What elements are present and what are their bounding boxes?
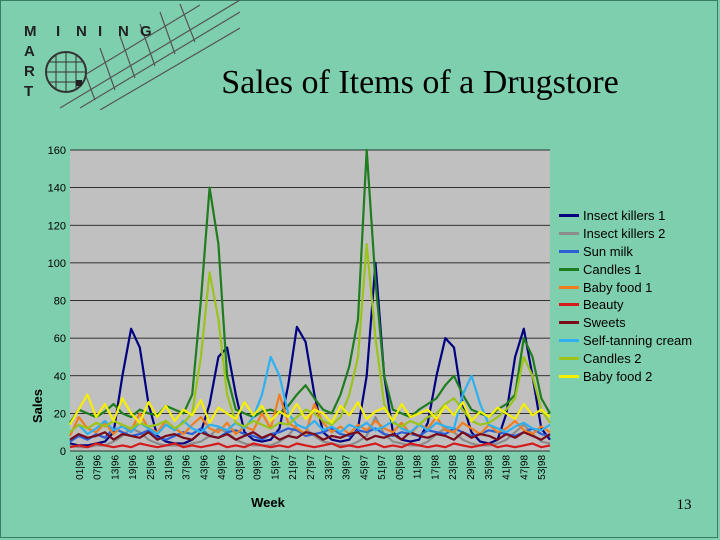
x-tick-label: 01|96 <box>75 455 86 480</box>
x-tick-label: 51|97 <box>377 455 388 480</box>
legend-item: Sun milk <box>559 243 719 261</box>
x-tick-label: 27|97 <box>306 455 317 480</box>
x-tick-label: 25|96 <box>146 455 157 480</box>
x-tick-label: 03|97 <box>235 455 246 480</box>
legend-item: Baby food 1 <box>559 278 719 296</box>
y-tick-label: 40 <box>54 371 66 383</box>
x-tick-label: 17|98 <box>430 455 441 480</box>
x-tick-label: 33|97 <box>324 455 335 480</box>
legend-label: Insect killers 2 <box>583 226 666 242</box>
x-tick-label: 11|98 <box>413 455 424 480</box>
legend-swatch <box>559 303 579 307</box>
x-tick-label: 07|96 <box>93 455 104 480</box>
legend-swatch <box>559 249 579 253</box>
legend-swatch <box>559 214 579 218</box>
y-axis-label: Sales <box>30 389 45 423</box>
legend-item: Candles 2 <box>559 349 719 367</box>
legend-label: Candles 2 <box>583 350 642 366</box>
x-tick-label: 37|96 <box>182 455 193 480</box>
x-tick-label: 19|96 <box>128 455 139 480</box>
legend-label: Candles 1 <box>583 261 642 277</box>
x-tick-label: 53|98 <box>537 455 548 480</box>
x-tick-label: 43|96 <box>199 455 210 480</box>
x-tick-label: 41|98 <box>502 455 513 480</box>
legend-label: Baby food 2 <box>583 368 653 384</box>
x-tick-label: 29|98 <box>466 455 477 480</box>
x-tick-label: 45|97 <box>359 455 370 480</box>
legend-swatch <box>559 374 579 378</box>
y-tick-label: 160 <box>48 145 66 157</box>
x-tick-label: 15|97 <box>270 455 281 480</box>
x-axis-label: Week <box>251 495 285 510</box>
legend-item: Beauty <box>559 296 719 314</box>
y-axis-ticks: 0 20 40 60 80 100 120 140 160 <box>48 145 66 458</box>
legend-swatch <box>559 232 579 236</box>
legend-label: Insect killers 1 <box>583 208 666 224</box>
chart-legend: Insect killers 1 Insect killers 2 Sun milk… <box>559 207 719 385</box>
legend-label: Sun milk <box>583 243 633 259</box>
legend-label: Baby food 1 <box>583 279 653 295</box>
legend-item: Insect killers 2 <box>559 225 719 243</box>
page-number: 13 <box>676 497 692 513</box>
legend-swatch <box>559 321 579 325</box>
legend-swatch <box>559 285 579 289</box>
x-tick-label: 39|97 <box>342 455 353 480</box>
legend-label: Beauty <box>583 297 624 313</box>
x-tick-label: 35|98 <box>484 455 495 480</box>
y-tick-label: 20 <box>54 408 66 420</box>
y-tick-label: 120 <box>48 220 66 232</box>
legend-item: Sweets <box>559 314 719 332</box>
legend-item: Insect killers 1 <box>559 207 719 225</box>
legend-swatch <box>559 267 579 271</box>
legend-item: Self-tanning cream <box>559 332 719 350</box>
y-tick-label: 60 <box>54 333 66 345</box>
y-tick-label: 80 <box>54 296 66 308</box>
legend-item: Baby food 2 <box>559 367 719 385</box>
legend-item: Candles 1 <box>559 260 719 278</box>
legend-label: Sweets <box>583 315 626 331</box>
legend-swatch <box>559 356 579 360</box>
y-tick-label: 0 <box>60 446 66 458</box>
x-axis-ticks: 01|96 07|96 13|96 19|96 25|96 31|96 37|96 43|96… <box>75 455 548 480</box>
x-tick-label: 31|96 <box>164 455 175 480</box>
x-tick-label: 09|97 <box>253 455 264 480</box>
x-tick-label: 47|98 <box>519 455 530 480</box>
x-tick-label: 23|98 <box>448 455 459 480</box>
x-tick-label: 21|97 <box>288 455 299 480</box>
legend-swatch <box>559 338 579 342</box>
x-tick-label: 49|96 <box>217 455 228 480</box>
y-tick-label: 140 <box>48 183 66 195</box>
x-tick-label: 05|98 <box>395 455 406 480</box>
legend-label: Self-tanning cream <box>583 332 693 348</box>
x-tick-label: 13|96 <box>110 455 121 480</box>
y-tick-label: 100 <box>48 258 66 270</box>
